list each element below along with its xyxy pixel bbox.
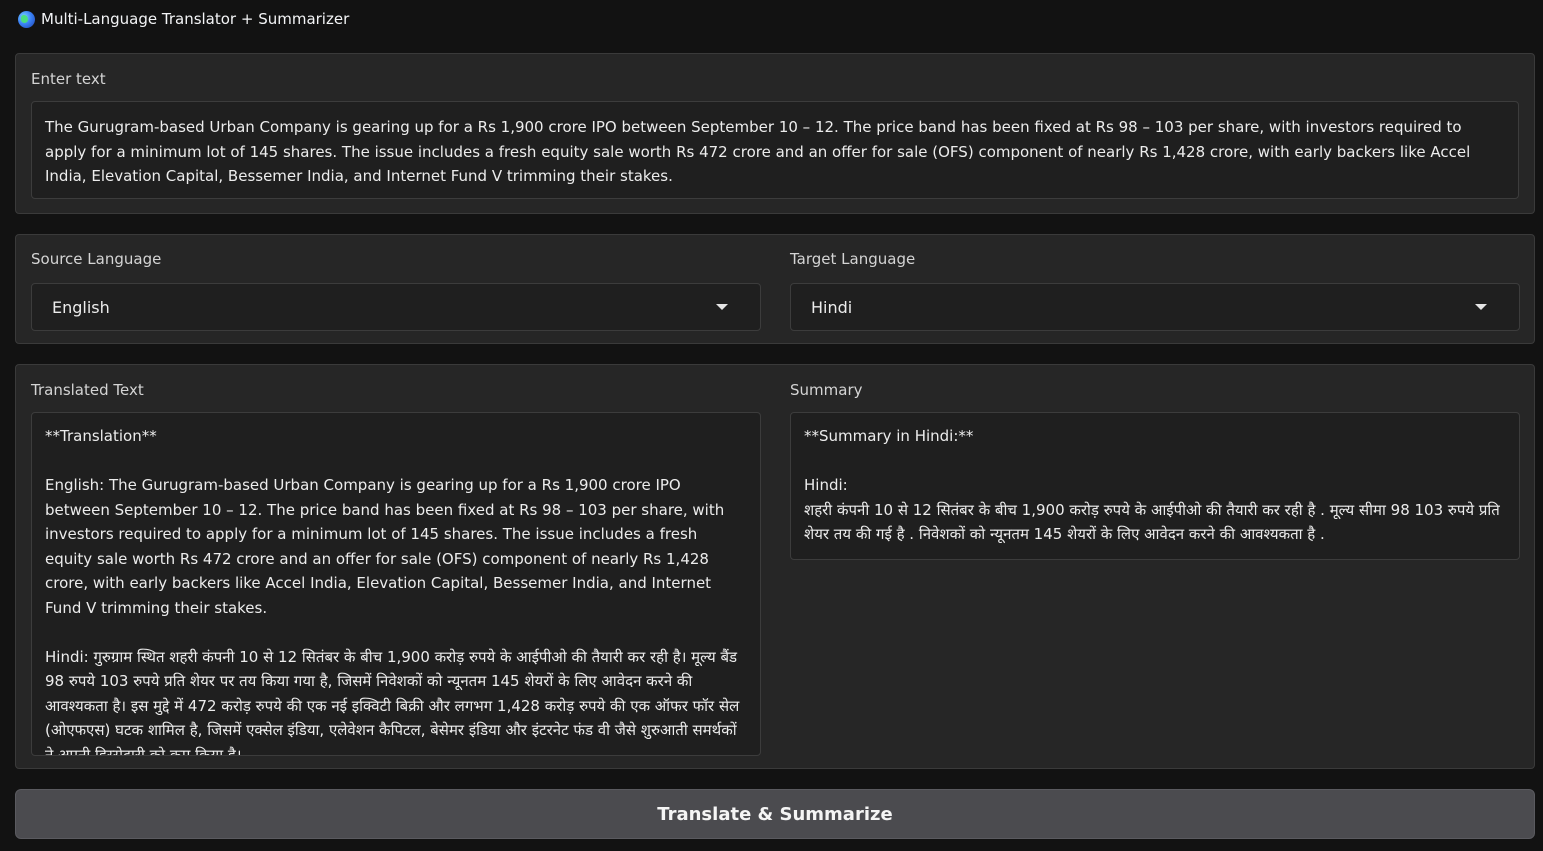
app-header: Multi-Language Translator + Summarizer (18, 9, 349, 29)
input-label: Enter text (31, 70, 106, 88)
chevron-down-icon (1475, 304, 1487, 310)
source-language-dropdown[interactable]: English (31, 283, 761, 331)
language-panel: Source Language English Target Language … (15, 234, 1535, 344)
summary-label: Summary (790, 381, 863, 399)
translate-summarize-button[interactable]: Translate & Summarize (15, 789, 1535, 839)
source-language-value: English (52, 297, 110, 317)
chevron-down-icon (716, 304, 728, 310)
translated-text-output[interactable]: **Translation** English: The Gurugram-ba… (31, 412, 761, 756)
input-textarea[interactable]: The Gurugram-based Urban Company is gear… (31, 101, 1519, 199)
output-panel: Translated Text **Translation** English:… (15, 364, 1535, 769)
summary-output[interactable]: **Summary in Hindi:** Hindi: शहरी कंपनी … (790, 412, 1520, 560)
target-language-dropdown[interactable]: Hindi (790, 283, 1520, 331)
target-language-value: Hindi (811, 297, 853, 317)
globe-icon (18, 10, 35, 28)
input-panel: Enter text The Gurugram-based Urban Comp… (15, 53, 1535, 214)
app-title: Multi-Language Translator + Summarizer (41, 10, 350, 28)
translated-text-label: Translated Text (31, 381, 144, 399)
source-language-label: Source Language (31, 250, 162, 268)
target-language-label: Target Language (790, 250, 916, 268)
